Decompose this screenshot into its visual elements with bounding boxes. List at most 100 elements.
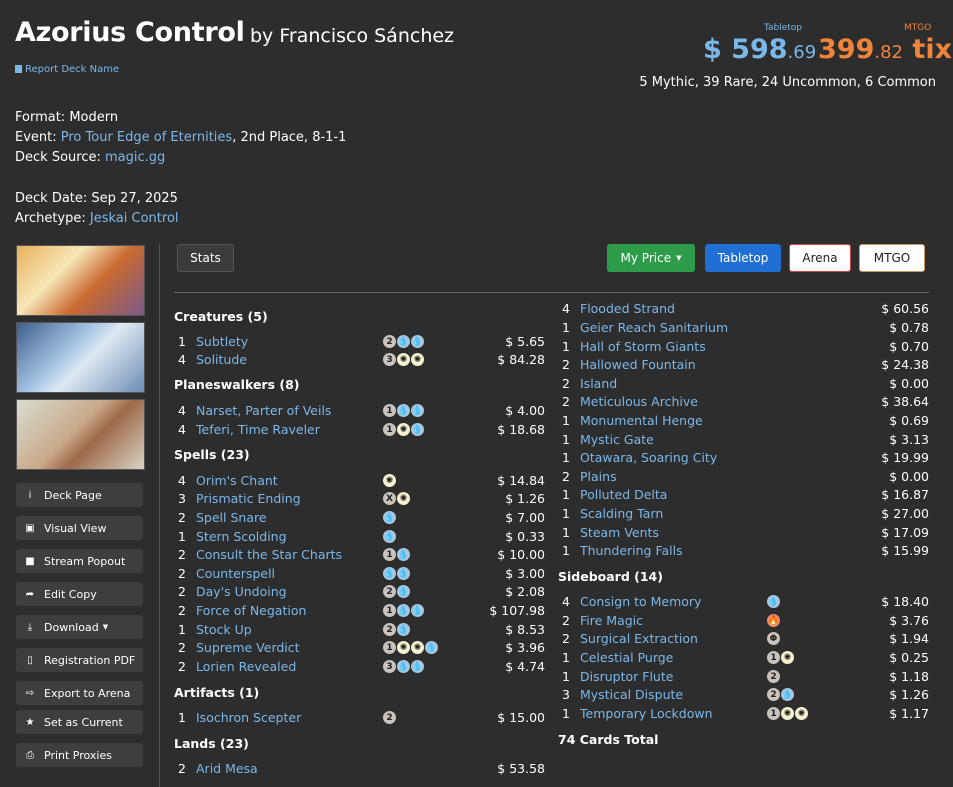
source-link[interactable]: magic.gg xyxy=(105,150,165,165)
card-link[interactable]: Day's Undoing xyxy=(196,584,287,599)
card-link[interactable]: Consign to Memory xyxy=(580,594,701,609)
section-header-creatures: Creatures (5) xyxy=(174,309,268,324)
card-art-thumbnail-1[interactable] xyxy=(16,245,145,316)
water-drop-icon: 💧 xyxy=(397,335,410,348)
mana-symbol-icon: 💧 xyxy=(383,530,396,543)
card-link[interactable]: Surgical Extraction xyxy=(580,631,698,646)
edit-copy-button[interactable]: ➦ Edit Copy xyxy=(16,582,143,606)
card-link[interactable]: Consult the Star Charts xyxy=(196,547,342,562)
card-row: 2 Fire Magic 🔥 $ 3.76 xyxy=(562,613,929,628)
card-row: 3 Mystical Dispute 2 💧 $ 1.26 xyxy=(562,687,929,702)
mana-cost: 💧 💧 xyxy=(383,567,410,580)
mana-cost: 💧 xyxy=(383,530,396,543)
set-as-current-button[interactable]: ★ Set as Current xyxy=(16,710,143,734)
fire-icon: 🔥 xyxy=(767,614,780,627)
mana-symbol-icon: 💧 xyxy=(411,604,424,617)
arena-button[interactable]: Arena xyxy=(789,244,851,272)
mtgo-button[interactable]: MTGO xyxy=(859,244,925,272)
download-icon: ⤓ xyxy=(27,621,33,633)
mana-cost: 3 ✺ ✺ xyxy=(383,353,424,366)
card-link[interactable]: Narset, Parter of Veils xyxy=(196,403,331,418)
deck-page-button[interactable]: i Deck Page xyxy=(16,483,143,507)
stream-popout-button[interactable]: ■ Stream Popout xyxy=(16,549,143,573)
card-art-thumbnail-2[interactable] xyxy=(16,322,145,393)
card-link[interactable]: Counterspell xyxy=(196,566,275,581)
archetype-link[interactable]: Jeskai Control xyxy=(90,211,179,226)
event-link[interactable]: Pro Tour Edge of Eternities xyxy=(61,130,232,145)
card-link[interactable]: Lorien Revealed xyxy=(196,659,296,674)
card-link[interactable]: Meticulous Archive xyxy=(580,394,698,409)
card-row: 1 Scalding Tarn $ 27.00 xyxy=(562,506,929,521)
card-link[interactable]: Otawara, Soaring City xyxy=(580,450,717,465)
mana-symbol-icon: 💧 xyxy=(383,567,396,580)
card-row: 2 Meticulous Archive $ 38.64 xyxy=(562,394,929,409)
mana-symbol-icon: ✺ xyxy=(411,641,424,654)
mana-cost: 3 💧 💧 xyxy=(383,660,424,673)
my-price-dropdown[interactable]: My Price ▼ xyxy=(607,244,695,272)
card-link[interactable]: Hall of Storm Giants xyxy=(580,339,706,354)
card-link[interactable]: Plains xyxy=(580,469,617,484)
card-link[interactable]: Prismatic Ending xyxy=(196,491,301,506)
card-link[interactable]: Isochron Scepter xyxy=(196,710,301,725)
card-link[interactable]: Monumental Henge xyxy=(580,413,703,428)
mana-cost: 💧 xyxy=(383,511,396,524)
card-link[interactable]: Island xyxy=(580,376,617,391)
card-link[interactable]: Steam Vents xyxy=(580,525,659,540)
mana-symbol-icon: 1 xyxy=(767,651,780,664)
report-deck-name-link[interactable]: Report Deck Name xyxy=(15,64,119,75)
card-link[interactable]: Stern Scolding xyxy=(196,529,287,544)
mana-cost: 1 💧 💧 xyxy=(383,604,424,617)
card-link[interactable]: Hallowed Fountain xyxy=(580,357,696,372)
card-link[interactable]: Force of Negation xyxy=(196,603,306,618)
card-link[interactable]: Supreme Verdict xyxy=(196,640,300,655)
card-link[interactable]: Subtlety xyxy=(196,334,248,349)
card-link[interactable]: Solitude xyxy=(196,352,247,367)
card-row: 1 Celestial Purge 1 ✺ $ 0.25 xyxy=(562,650,929,665)
mana-symbol-icon: ✺ xyxy=(795,707,808,720)
stats-button[interactable]: Stats xyxy=(177,244,234,272)
print-proxies-button[interactable]: ⎙ Print Proxies xyxy=(16,743,143,767)
mana-symbol-icon: 💧 xyxy=(397,623,410,636)
card-link[interactable]: Thundering Falls xyxy=(580,543,683,558)
share-icon: ➦ xyxy=(25,588,35,600)
section-header-lands: Lands (23) xyxy=(174,736,249,751)
card-row: 2 Lorien Revealed 3 💧 💧 $ 4.74 xyxy=(178,659,545,674)
mana-symbol-icon: ✺ xyxy=(781,707,794,720)
card-row: 1 Monumental Henge $ 0.69 xyxy=(562,413,929,428)
card-link[interactable]: Temporary Lockdown xyxy=(580,706,713,721)
card-row: 2 Arid Mesa $ 53.58 xyxy=(178,761,545,776)
card-link[interactable]: Arid Mesa xyxy=(196,761,258,776)
mana-symbol-icon: 2 xyxy=(383,585,396,598)
card-link[interactable]: Polluted Delta xyxy=(580,487,667,502)
card-link[interactable]: Mystical Dispute xyxy=(580,687,683,702)
card-link[interactable]: Disruptor Flute xyxy=(580,669,673,684)
card-link[interactable]: Stock Up xyxy=(196,622,252,637)
card-row: 4 Solitude 3 ✺ ✺ $ 84.28 xyxy=(178,352,545,367)
card-link[interactable]: Celestial Purge xyxy=(580,650,673,665)
registration-pdf-button[interactable]: ▯ Registration PDF xyxy=(16,648,143,672)
card-link[interactable]: Teferi, Time Raveler xyxy=(196,422,320,437)
cards-total: 74 Cards Total xyxy=(558,732,659,747)
mana-symbol-icon: 2 xyxy=(767,688,780,701)
mana-symbol-icon: 2 xyxy=(383,711,396,724)
card-link[interactable]: Fire Magic xyxy=(580,613,643,628)
export-to-arena-button[interactable]: ⇨ Export to Arena xyxy=(16,681,143,705)
date-line: Deck Date: Sep 27, 2025 xyxy=(15,191,178,206)
card-row: 4 Flooded Strand $ 60.56 xyxy=(562,301,929,316)
card-link[interactable]: Flooded Strand xyxy=(580,301,675,316)
mana-symbol-icon: 💧 xyxy=(411,404,424,417)
card-link[interactable]: Scalding Tarn xyxy=(580,506,663,521)
card-row: 2 Hallowed Fountain $ 24.38 xyxy=(562,357,929,372)
mana-symbol-icon: ✺ xyxy=(397,641,410,654)
card-row: 2 Plains $ 0.00 xyxy=(562,469,929,484)
card-link[interactable]: Mystic Gate xyxy=(580,432,654,447)
card-art-thumbnail-3[interactable] xyxy=(16,399,145,470)
sun-icon: ✺ xyxy=(397,353,410,366)
tabletop-button[interactable]: Tabletop xyxy=(705,244,781,272)
card-link[interactable]: Orim's Chant xyxy=(196,473,278,488)
visual-view-button[interactable]: ▣ Visual View xyxy=(16,516,143,540)
download-button[interactable]: ⤓ Download ▼ xyxy=(16,615,143,639)
card-link[interactable]: Spell Snare xyxy=(196,510,267,525)
card-link[interactable]: Geier Reach Sanitarium xyxy=(580,320,728,335)
section-header-artifacts: Artifacts (1) xyxy=(174,685,260,700)
